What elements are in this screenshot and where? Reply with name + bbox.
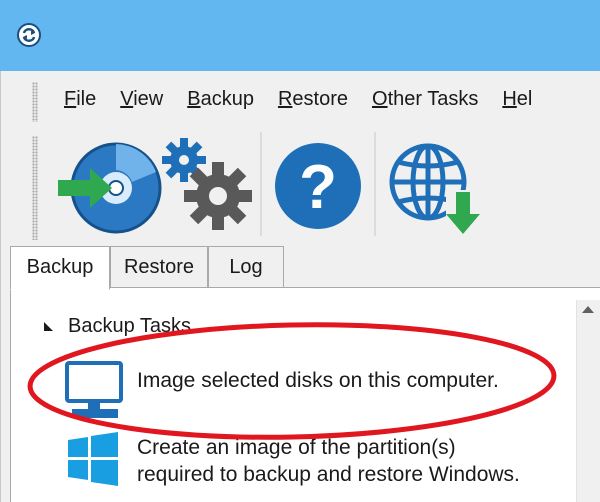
toolbar-grip[interactable]: [32, 136, 38, 240]
toolbar-separator: [374, 132, 376, 236]
task-image-selected-disks[interactable]: Image selected disks on this computer.: [137, 364, 499, 398]
disk-backup-icon[interactable]: [52, 128, 162, 244]
svg-text:?: ?: [299, 153, 337, 222]
scroll-up-arrow-icon[interactable]: [582, 306, 594, 313]
computer-monitor-icon: [65, 361, 123, 418]
tab-restore[interactable]: Restore: [110, 246, 208, 288]
tab-backup[interactable]: Backup: [10, 246, 110, 290]
menubar-grip[interactable]: [32, 82, 38, 122]
collapse-arrow-icon[interactable]: [44, 322, 53, 331]
title-bar: [0, 0, 600, 71]
web-download-icon[interactable]: [384, 128, 484, 244]
menu-backup[interactable]: Backup: [175, 84, 266, 114]
help-icon[interactable]: ?: [268, 128, 368, 244]
menu-file[interactable]: File: [60, 84, 108, 114]
menu-view[interactable]: View: [108, 84, 175, 114]
settings-gears-icon[interactable]: [162, 128, 258, 244]
task-create-windows-image[interactable]: Create an image of the partition(s) requ…: [137, 434, 520, 488]
menu-bar: File View Backup Restore Other Tasks Hel: [60, 84, 544, 114]
vertical-scrollbar[interactable]: [576, 300, 600, 502]
app-logo-icon: [17, 23, 41, 47]
tab-log[interactable]: Log: [208, 246, 284, 288]
task-line-2: required to backup and restore Windows.: [137, 463, 520, 486]
menu-restore[interactable]: Restore: [266, 84, 360, 114]
task-line-1: Create an image of the partition(s): [137, 436, 456, 459]
menu-help[interactable]: Hel: [490, 84, 544, 114]
toolbar-separator: [260, 132, 262, 236]
menu-other-tasks[interactable]: Other Tasks: [360, 84, 490, 114]
section-title-backup-tasks: Backup Tasks: [68, 315, 192, 337]
windows-logo-icon: [68, 432, 118, 486]
